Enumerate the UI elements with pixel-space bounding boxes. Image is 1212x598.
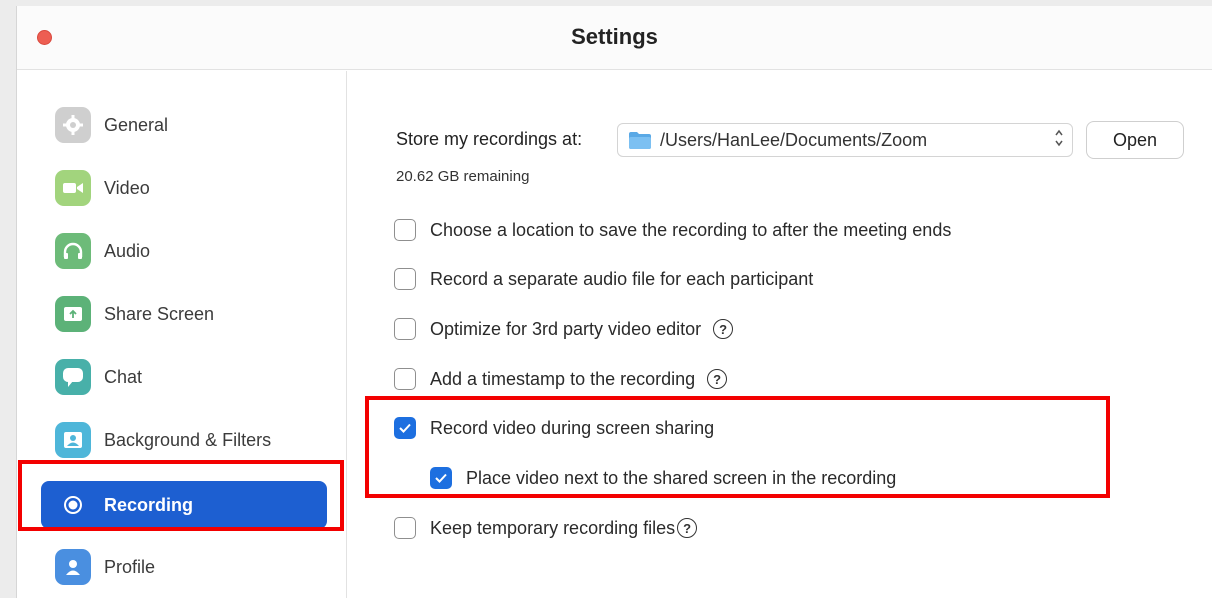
folder-icon [628,130,652,150]
gear-icon [55,107,91,143]
sidebar-item-label: Profile [104,556,156,577]
sidebar-item-video[interactable]: Video [41,164,327,212]
share-screen-icon [55,296,91,332]
option-label: Record a separate audio file for each pa… [430,268,814,289]
option-separate-audio[interactable]: Record a separate audio file for each pa… [394,268,813,290]
option-label: Choose a location to save the recording … [430,219,952,240]
sidebar-item-label: Audio [104,240,151,261]
sidebar-item-general[interactable]: General [41,101,327,149]
sidebar-item-label: Background & Filters [104,429,272,450]
headphones-icon [55,233,91,269]
sidebar-item-audio[interactable]: Audio [41,227,327,275]
checkbox[interactable] [394,368,416,390]
sidebar-item-label: Share Screen [104,303,215,324]
chevron-updown-icon [1054,128,1064,149]
recording-settings-panel: Store my recordings at: /Users/HanLee/Do… [348,71,1212,598]
video-camera-icon [55,170,91,206]
checkbox[interactable] [394,517,416,539]
sidebar-item-share-screen[interactable]: Share Screen [41,290,327,338]
chat-bubble-icon [55,359,91,395]
sidebar-item-label: Video [104,177,150,198]
checkbox[interactable] [394,219,416,241]
highlight-box-screen-sharing-options [365,396,1110,498]
highlight-box-recording-tab [18,460,344,531]
checkbox[interactable] [394,268,416,290]
title-bar: Settings [17,6,1212,70]
checkbox[interactable] [394,318,416,340]
recording-path-value: /Users/HanLee/Documents/Zoom [660,129,928,150]
open-folder-button[interactable]: Open [1086,121,1184,159]
help-icon[interactable]: ? [707,369,728,389]
option-label: Add a timestamp to the recording [430,368,696,389]
sidebar-item-label: General [104,114,169,135]
help-icon[interactable]: ? [713,319,734,339]
recording-path-select[interactable]: /Users/HanLee/Documents/Zoom [617,123,1073,157]
sidebar-item-background-filters[interactable]: Background & Filters [41,416,327,464]
sidebar-item-chat[interactable]: Chat [41,353,327,401]
help-icon[interactable]: ? [677,518,698,538]
storage-remaining: 20.62 GB remaining [396,168,530,185]
profile-icon [55,549,91,585]
option-choose-location[interactable]: Choose a location to save the recording … [394,219,951,241]
store-location-label: Store my recordings at: [396,129,583,149]
person-background-icon [55,422,91,458]
sidebar-item-label: Chat [104,366,143,387]
window-title: Settings [571,24,658,49]
option-optimize-editor[interactable]: Optimize for 3rd party video editor ? [394,318,734,340]
sidebar-item-profile[interactable]: Profile [41,543,327,591]
option-add-timestamp[interactable]: Add a timestamp to the recording ? [394,368,728,390]
option-label: Optimize for 3rd party video editor [430,318,702,339]
option-keep-temp-files[interactable]: Keep temporary recording files ? [394,517,698,539]
option-label: Keep temporary recording files [430,517,676,538]
